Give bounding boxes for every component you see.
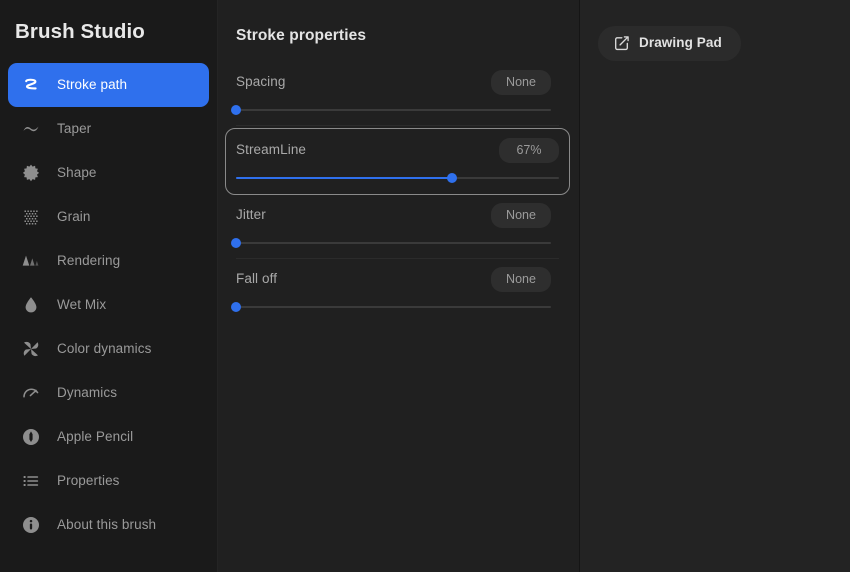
stroke-path-icon [20,74,42,96]
slider-knob[interactable] [447,173,458,183]
gauge-icon [20,382,42,404]
sidebar-item-taper[interactable]: Taper [8,107,209,151]
slider-row-spacing: Spacing None [231,62,559,126]
sidebar-item-properties[interactable]: Properties [8,459,209,503]
sidebar-item-label: Taper [57,121,92,136]
drawing-pad-label: Drawing Pad [639,35,722,50]
sidebar-item-grain[interactable]: Grain [8,195,209,239]
sidebar-item-label: Rendering [57,253,121,268]
slider-header: Jitter None [236,202,551,228]
slider-value-pill[interactable]: None [491,202,551,228]
sidebar-item-label: Color dynamics [57,341,152,356]
grain-dots-icon [20,206,42,228]
sidebar-item-color-dynamics[interactable]: Color dynamics [8,327,209,371]
sidebar-item-label: Apple Pencil [57,429,134,444]
sidebar-item-stroke-path[interactable]: Stroke path [8,63,209,107]
sidebar-item-label: About this brush [57,517,157,532]
sidebar-item-shape[interactable]: Shape [8,151,209,195]
panel-title: Stroke properties [236,27,367,44]
slider-track-jitter[interactable] [231,238,551,248]
slider-track-spacing[interactable] [231,105,551,115]
slider-knob[interactable] [231,302,241,312]
slider-header: Fall off None [236,266,551,292]
sidebar-item-wet-mix[interactable]: Wet Mix [8,283,209,327]
brush-studio-window: Brush Studio Stroke path Taper Shape Gra… [0,0,850,572]
shape-starburst-icon [20,162,42,184]
taper-wave-icon [20,118,42,140]
slider-label: Jitter [236,207,266,222]
drawing-pad-button[interactable]: Drawing Pad [598,26,741,61]
slider-value-pill[interactable]: None [491,69,551,95]
slider-fill [236,177,453,179]
droplet-icon [20,294,42,316]
slider-row-fall-off: Fall off None [231,259,559,322]
sidebar-item-dynamics[interactable]: Dynamics [8,371,209,415]
page-title: Brush Studio [15,20,145,43]
slider-track-fall-off[interactable] [231,302,551,312]
sidebar-item-label: Wet Mix [57,297,107,312]
slider-label: StreamLine [236,142,307,157]
preview-pane: Drawing Pad [580,0,850,572]
rendering-layers-icon [20,250,42,272]
sidebar-nav-list: Stroke path Taper Shape Grain Rendering … [0,63,217,547]
slider-rail [236,306,551,308]
slider-value-pill[interactable]: None [491,266,551,292]
slider-header: Spacing None [236,69,551,95]
edit-square-icon [614,35,630,51]
sidebar-item-rendering[interactable]: Rendering [8,239,209,283]
apple-pencil-icon [20,426,42,448]
pinwheel-icon [20,338,42,360]
slider-label: Spacing [236,74,286,89]
sidebar-item-label: Grain [57,209,91,224]
slider-header: StreamLine 67% [236,137,559,163]
slider-row-jitter: Jitter None [231,195,559,259]
stroke-properties-panel: Stroke properties Spacing None StreamLin… [218,0,580,572]
sidebar-item-apple-pencil[interactable]: Apple Pencil [8,415,209,459]
slider-label: Fall off [236,271,278,286]
sidebar-item-label: Shape [57,165,97,180]
sidebar: Brush Studio Stroke path Taper Shape Gra… [0,0,218,572]
slider-rail [236,109,551,111]
slider-rail [236,242,551,244]
slider-value-pill[interactable]: 67% [499,137,559,163]
slider-knob[interactable] [231,238,241,248]
sidebar-item-label: Properties [57,473,120,488]
info-icon [20,514,42,536]
slider-knob[interactable] [231,105,241,115]
slider-row-streamline: StreamLine 67% [225,128,570,195]
list-icon [20,470,42,492]
slider-track-streamline[interactable] [236,173,559,183]
sidebar-item-label: Dynamics [57,385,118,400]
sidebar-item-about-this-brush[interactable]: About this brush [8,503,209,547]
sidebar-item-label: Stroke path [57,77,128,92]
